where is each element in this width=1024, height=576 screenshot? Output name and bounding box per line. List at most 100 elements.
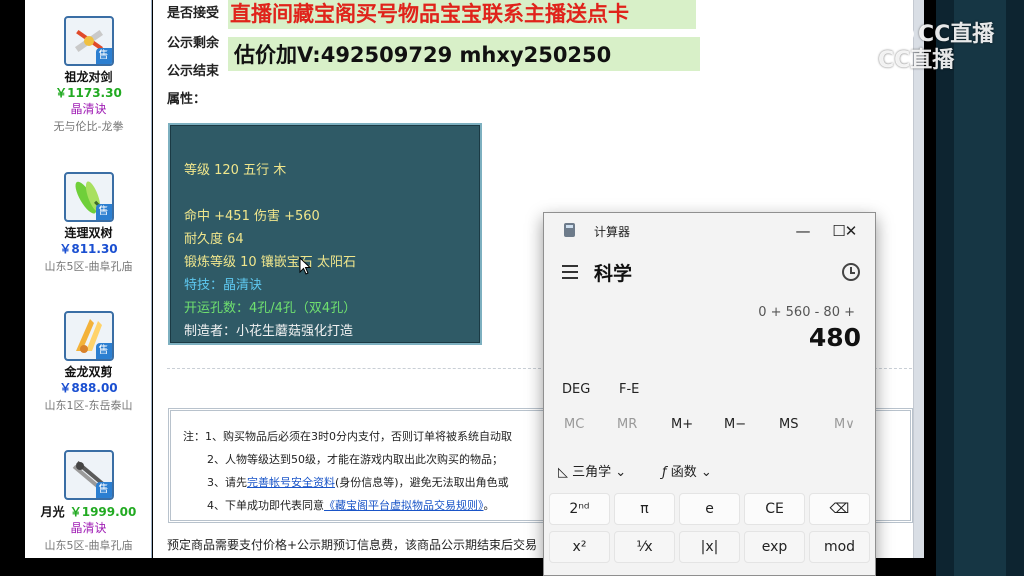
calculator-expression: 0 + 560 - 80 + [758,305,855,320]
item-name[interactable]: 金龙双剪 [25,364,151,380]
menu-icon[interactable] [562,265,578,279]
calculator-app-icon [564,223,575,237]
trig-dropdown[interactable]: ◺ 三角学 ⌄ [558,461,626,480]
accept-status-label: 是否接受 [167,6,220,21]
triangle-icon: ◺ [558,465,568,480]
e-key[interactable]: e [679,493,740,525]
note-3-suffix: (身份信息等)，避免无法取出角色或 [335,476,509,489]
sell-tag: 售 [95,204,112,220]
listing-item-2[interactable]: 售 连理双树 ￥811.30 山东5区-曲阜孔庙 [25,172,151,275]
note-4-prefix: 4、下单成功即代表同意 [207,499,324,512]
item-skill: 晶清诀 [70,102,107,116]
attr-maker: 制造者：小花生蘑菇强化打造 [184,324,354,339]
item-server: 无与伦比-龙拳 [53,120,124,133]
memory-recall-button[interactable]: MR [617,417,637,432]
item-price: ￥1999.00 [69,505,137,519]
second-function-key[interactable]: 2ⁿᵈ [549,493,610,525]
clear-entry-key[interactable]: CE [744,493,805,525]
preorder-note: 预定商品需要支付价格+公示期预订信息费，该商品公示期结束后交易 [167,538,538,552]
exp-key[interactable]: exp [744,531,805,563]
trade-rules-link[interactable]: 《藏宝阁平台虚拟物品交易规则》 [324,499,484,512]
history-icon[interactable] [842,263,860,281]
attr-level: 等级 120 五行 木 [184,163,287,178]
note-2: 2、人物等级达到50级，才能在游戏内取出此次购买的物品； [207,453,503,466]
attributes-label: 属性： [167,92,207,107]
item-server: 山东5区-曲阜孔庙 [44,539,133,552]
function-label: 函数 [670,465,697,480]
reciprocal-key[interactable]: ¹⁄x [614,531,675,563]
attr-durability: 耐久度 64 [184,232,244,247]
memory-subtract-button[interactable]: M− [724,417,746,432]
twin-sword-icon[interactable]: 售 [63,16,114,66]
cc-logo-icon [858,52,874,68]
absolute-key[interactable]: |x| [679,531,740,563]
note-3: 3、请先完善帐号安全资料(身份信息等)，避免无法取出角色或 [207,474,509,490]
stream-side-rail [936,0,1024,576]
publicity-remaining-label: 公示剩余 [167,36,220,51]
banner-contact-text: 估价加V:492509729 mhxy250250 [234,43,612,67]
sell-tag: 售 [95,482,112,498]
item-name[interactable]: 祖龙对剑 [25,69,151,85]
close-button[interactable]: ✕ [839,219,863,243]
attr-holes: 开运孔数：4孔/4孔（双4孔） [184,301,357,316]
mouse-cursor-icon [299,257,311,275]
screen: 售 祖龙对剑 ￥1173.30 晶清诀 无与伦比-龙拳 售 连理双树 ￥811.… [0,0,1024,576]
item-price: ￥811.30 [59,242,118,256]
fe-toggle[interactable]: F-E [619,382,639,397]
rail-stripe [954,0,1006,576]
attr-special: 特技：晶清诀 [184,278,263,293]
chevron-down-icon: ⌄ [615,465,627,480]
calculator-mode-row: 科学 [544,255,875,291]
pi-key[interactable]: π [614,493,675,525]
calculator-title: 计算器 [594,225,631,239]
note-4: 4、下单成功即代表同意《藏宝阁平台虚拟物品交易规则》。 [207,497,495,513]
watermark-text: CC直播 [878,48,955,73]
item-name[interactable]: 月光 [41,505,65,519]
leaf-blade-icon[interactable]: 售 [63,172,114,222]
function-icon: ƒ [662,465,667,480]
chevron-down-icon: ⌄ [700,465,712,480]
calculator-result: 480 [808,323,861,352]
golden-scissors-icon[interactable]: 售 [63,311,114,361]
note-4-suffix: 。 [483,499,495,512]
mod-key[interactable]: mod [809,531,870,563]
square-key[interactable]: x² [549,531,610,563]
item-name[interactable]: 连理双树 [25,225,151,241]
item-server: 山东5区-曲阜孔庙 [44,260,133,273]
listing-item-4[interactable]: 售 月光 ￥1999.00 晶清诀 山东5区-曲阜孔庙 [25,450,151,554]
item-listing-sidebar: 售 祖龙对剑 ￥1173.30 晶清诀 无与伦比-龙拳 售 连理双树 ￥811.… [25,0,152,558]
function-dropdown[interactable]: ƒ 函数 ⌄ [662,461,712,480]
memory-list-button[interactable]: M∨ [834,417,855,432]
attr-hit-damage: 命中 +451 伤害 +560 [184,209,320,224]
item-price: ￥888.00 [59,381,118,395]
moonlight-blade-icon[interactable]: 售 [63,450,114,500]
page-scrollbar[interactable] [913,0,924,558]
publicity-end-label: 公示结束 [167,64,220,79]
item-skill: 晶清诀 [70,521,107,535]
memory-add-button[interactable]: M+ [671,417,693,432]
note-3-prefix: 3、请先 [207,476,247,489]
attr-forge: 锻炼等级 10 镶嵌宝石 太阳石 [184,255,356,270]
sell-tag: 售 [95,48,112,64]
stream-banner-top: 直播间藏宝阁买号物品宝宝联系主播送点卡 [228,0,696,29]
cc-live-watermark-2: CC直播 [858,42,954,74]
listing-item-3[interactable]: 售 金龙双剪 ￥888.00 山东1区-东岳泰山 [25,311,151,414]
account-security-link[interactable]: 完善帐号安全资料 [247,476,335,489]
banner-text: 直播间藏宝阁买号物品宝宝联系主播送点卡 [230,2,629,26]
sell-tag: 售 [95,343,112,359]
stream-banner-contact: 估价加V:492509729 mhxy250250 [228,37,700,71]
calculator-mode: 科学 [594,263,633,285]
memory-clear-button[interactable]: MC [564,417,584,432]
item-server: 山东1区-东岳泰山 [44,399,133,412]
calculator-titlebar[interactable]: 计算器 — ☐ ✕ [544,213,875,249]
memory-store-button[interactable]: MS [779,417,798,432]
listing-item-1[interactable]: 售 祖龙对剑 ￥1173.30 晶清诀 无与伦比-龙拳 [25,16,151,135]
note-1: 注：1、购买物品后必须在3时0分内支付，否则订单将被系统自动取 [183,430,512,443]
backspace-key[interactable]: ⌫ [809,493,870,525]
cc-logo-icon [898,26,914,42]
attributes-box: 等级 120 五行 木 命中 +451 伤害 +560 耐久度 64 锻炼等级 … [168,123,482,345]
calculator-window[interactable]: 计算器 — ☐ ✕ 科学 0 + 560 - 80 + 480 DEG F-E … [543,212,876,576]
deg-toggle[interactable]: DEG [562,382,590,397]
item-price: ￥1173.30 [55,86,122,100]
trig-label: 三角学 [572,465,612,480]
